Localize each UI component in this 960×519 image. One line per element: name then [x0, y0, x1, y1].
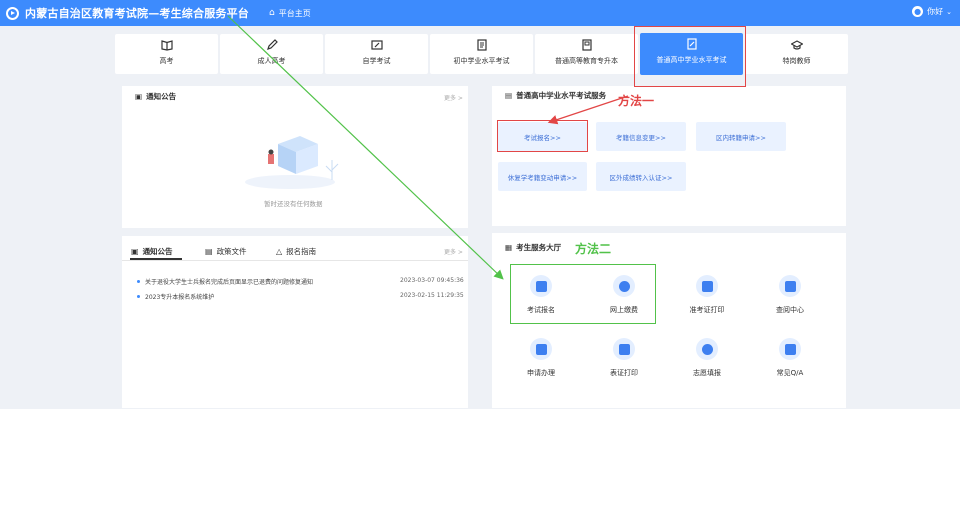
service-score-transfer-button[interactable]: 区外成绩转入认证>> [596, 162, 686, 191]
annotation-box-tile [634, 26, 746, 87]
news-item[interactable]: 关于退役大学生士兵报名完成后页面显示已退费的问题修复通知 [137, 277, 313, 286]
tabs-panel [122, 236, 468, 408]
tile-label: 成人高考 [257, 57, 286, 65]
active-tab-indicator [130, 258, 182, 260]
news-title: 2023专升本报名系统维护 [145, 294, 215, 301]
calendar-icon: ▣ [131, 247, 139, 256]
annotation-method2: 方法二 [575, 242, 612, 256]
printer-icon [696, 275, 718, 297]
bullet-icon [137, 280, 140, 283]
tab-guide[interactable]: △ 报名指南 [276, 246, 316, 257]
book-qa-icon [779, 338, 801, 360]
hall-apply[interactable]: 申请办理 [511, 338, 571, 378]
graduation-cap-icon [790, 40, 803, 50]
tile-upgrade-exam[interactable]: 普通高等教育专升本 [535, 34, 638, 74]
service-title: ▤ 普通高中学业水平考试服务 [505, 91, 607, 100]
document-icon [779, 275, 801, 297]
hall-query-center[interactable]: 查阅中心 [760, 275, 820, 315]
document-icon [581, 39, 592, 51]
tile-label: 自学考试 [362, 57, 391, 65]
pen-icon [266, 39, 278, 50]
notebook-icon [476, 39, 487, 51]
annotation-method1: 方法一 [618, 94, 655, 108]
hall-volunteer-fill[interactable]: 志愿填报 [677, 338, 737, 378]
tabs-more-link[interactable]: 更多 > [444, 247, 463, 256]
file-icon: ▤ [205, 247, 213, 256]
news-date: 2023-03-07 09:45:36 [400, 277, 464, 284]
tile-adult-exam[interactable]: 成人高考 [220, 34, 323, 74]
top-bar: 内蒙古自治区教育考试院—考生综合服务平台 ⌂ 平台主页 ● 你好 ⌄ [0, 0, 960, 26]
tab-notice[interactable]: ▣ 通知公告 [131, 246, 173, 257]
news-date: 2023-02-15 11:29:35 [400, 292, 464, 299]
user-avatar-icon: ● [912, 6, 924, 17]
empty-box-illustration [245, 136, 339, 189]
book-icon [160, 40, 173, 51]
tile-label: 初中学业水平考试 [453, 57, 510, 65]
user-menu[interactable]: ● 你好 ⌄ [912, 6, 952, 17]
home-link-label: 平台主页 [278, 8, 311, 18]
news-title: 关于退役大学生士兵报名完成后页面显示已退费的问题修复通知 [145, 279, 314, 286]
tile-label: 高考 [159, 57, 174, 65]
hall-form-print[interactable]: 表证打印 [594, 338, 654, 378]
app-title: 内蒙古自治区教育考试院—考生综合服务平台 [25, 7, 249, 20]
service-transfer-apply-button[interactable]: 区内转籍申请>> [696, 122, 786, 151]
bullet-icon [137, 295, 140, 298]
tab-divider [122, 260, 468, 261]
notice-title: ▣ 通知公告 [135, 92, 177, 101]
hall-admission-print[interactable]: 准考证打印 [677, 275, 737, 315]
home-icon: ⌂ [269, 8, 275, 18]
tile-label: 普通高等教育专升本 [555, 57, 618, 65]
hall-title: ▦ 考生服务大厅 [505, 243, 562, 252]
service-record-change-button[interactable]: 考籍信息变更>> [596, 122, 686, 151]
calendar-icon: ▣ [135, 92, 143, 101]
user-greeting: 你好 [927, 7, 944, 16]
hall-faq[interactable]: 常见Q/A [760, 338, 820, 378]
annotation-box-signup [497, 120, 588, 152]
service-suspend-resume-button[interactable]: 休复学考籍变动申请>> [498, 162, 587, 191]
notice-more-link[interactable]: 更多 > [444, 93, 463, 102]
tab-policy[interactable]: ▤ 政策文件 [205, 246, 247, 257]
news-item[interactable]: 2023专升本报名系统维护 [137, 292, 214, 301]
annotation-box-hall [510, 264, 656, 324]
chevron-down-icon: ⌄ [946, 7, 952, 16]
tile-gaokao[interactable]: 高考 [115, 34, 218, 74]
print-doc-icon [613, 338, 635, 360]
tile-special-teacher[interactable]: 特岗教师 [745, 34, 848, 74]
empty-data-text: 暂时还没有任何数据 [264, 200, 323, 208]
grid-icon: ▦ [505, 243, 513, 252]
grid-icon [696, 338, 718, 360]
tile-junior-exam[interactable]: 初中学业水平考试 [430, 34, 533, 74]
document-icon: ▤ [505, 91, 513, 100]
platform-logo-icon [6, 6, 19, 20]
edit-icon [530, 338, 552, 360]
home-link[interactable]: ⌂ 平台主页 [269, 8, 311, 19]
service-panel [492, 86, 846, 226]
tile-self-study-exam[interactable]: 自学考试 [325, 34, 428, 74]
warning-icon: △ [276, 247, 283, 256]
edit-board-icon [370, 40, 383, 50]
tile-label: 特岗教师 [782, 57, 811, 65]
